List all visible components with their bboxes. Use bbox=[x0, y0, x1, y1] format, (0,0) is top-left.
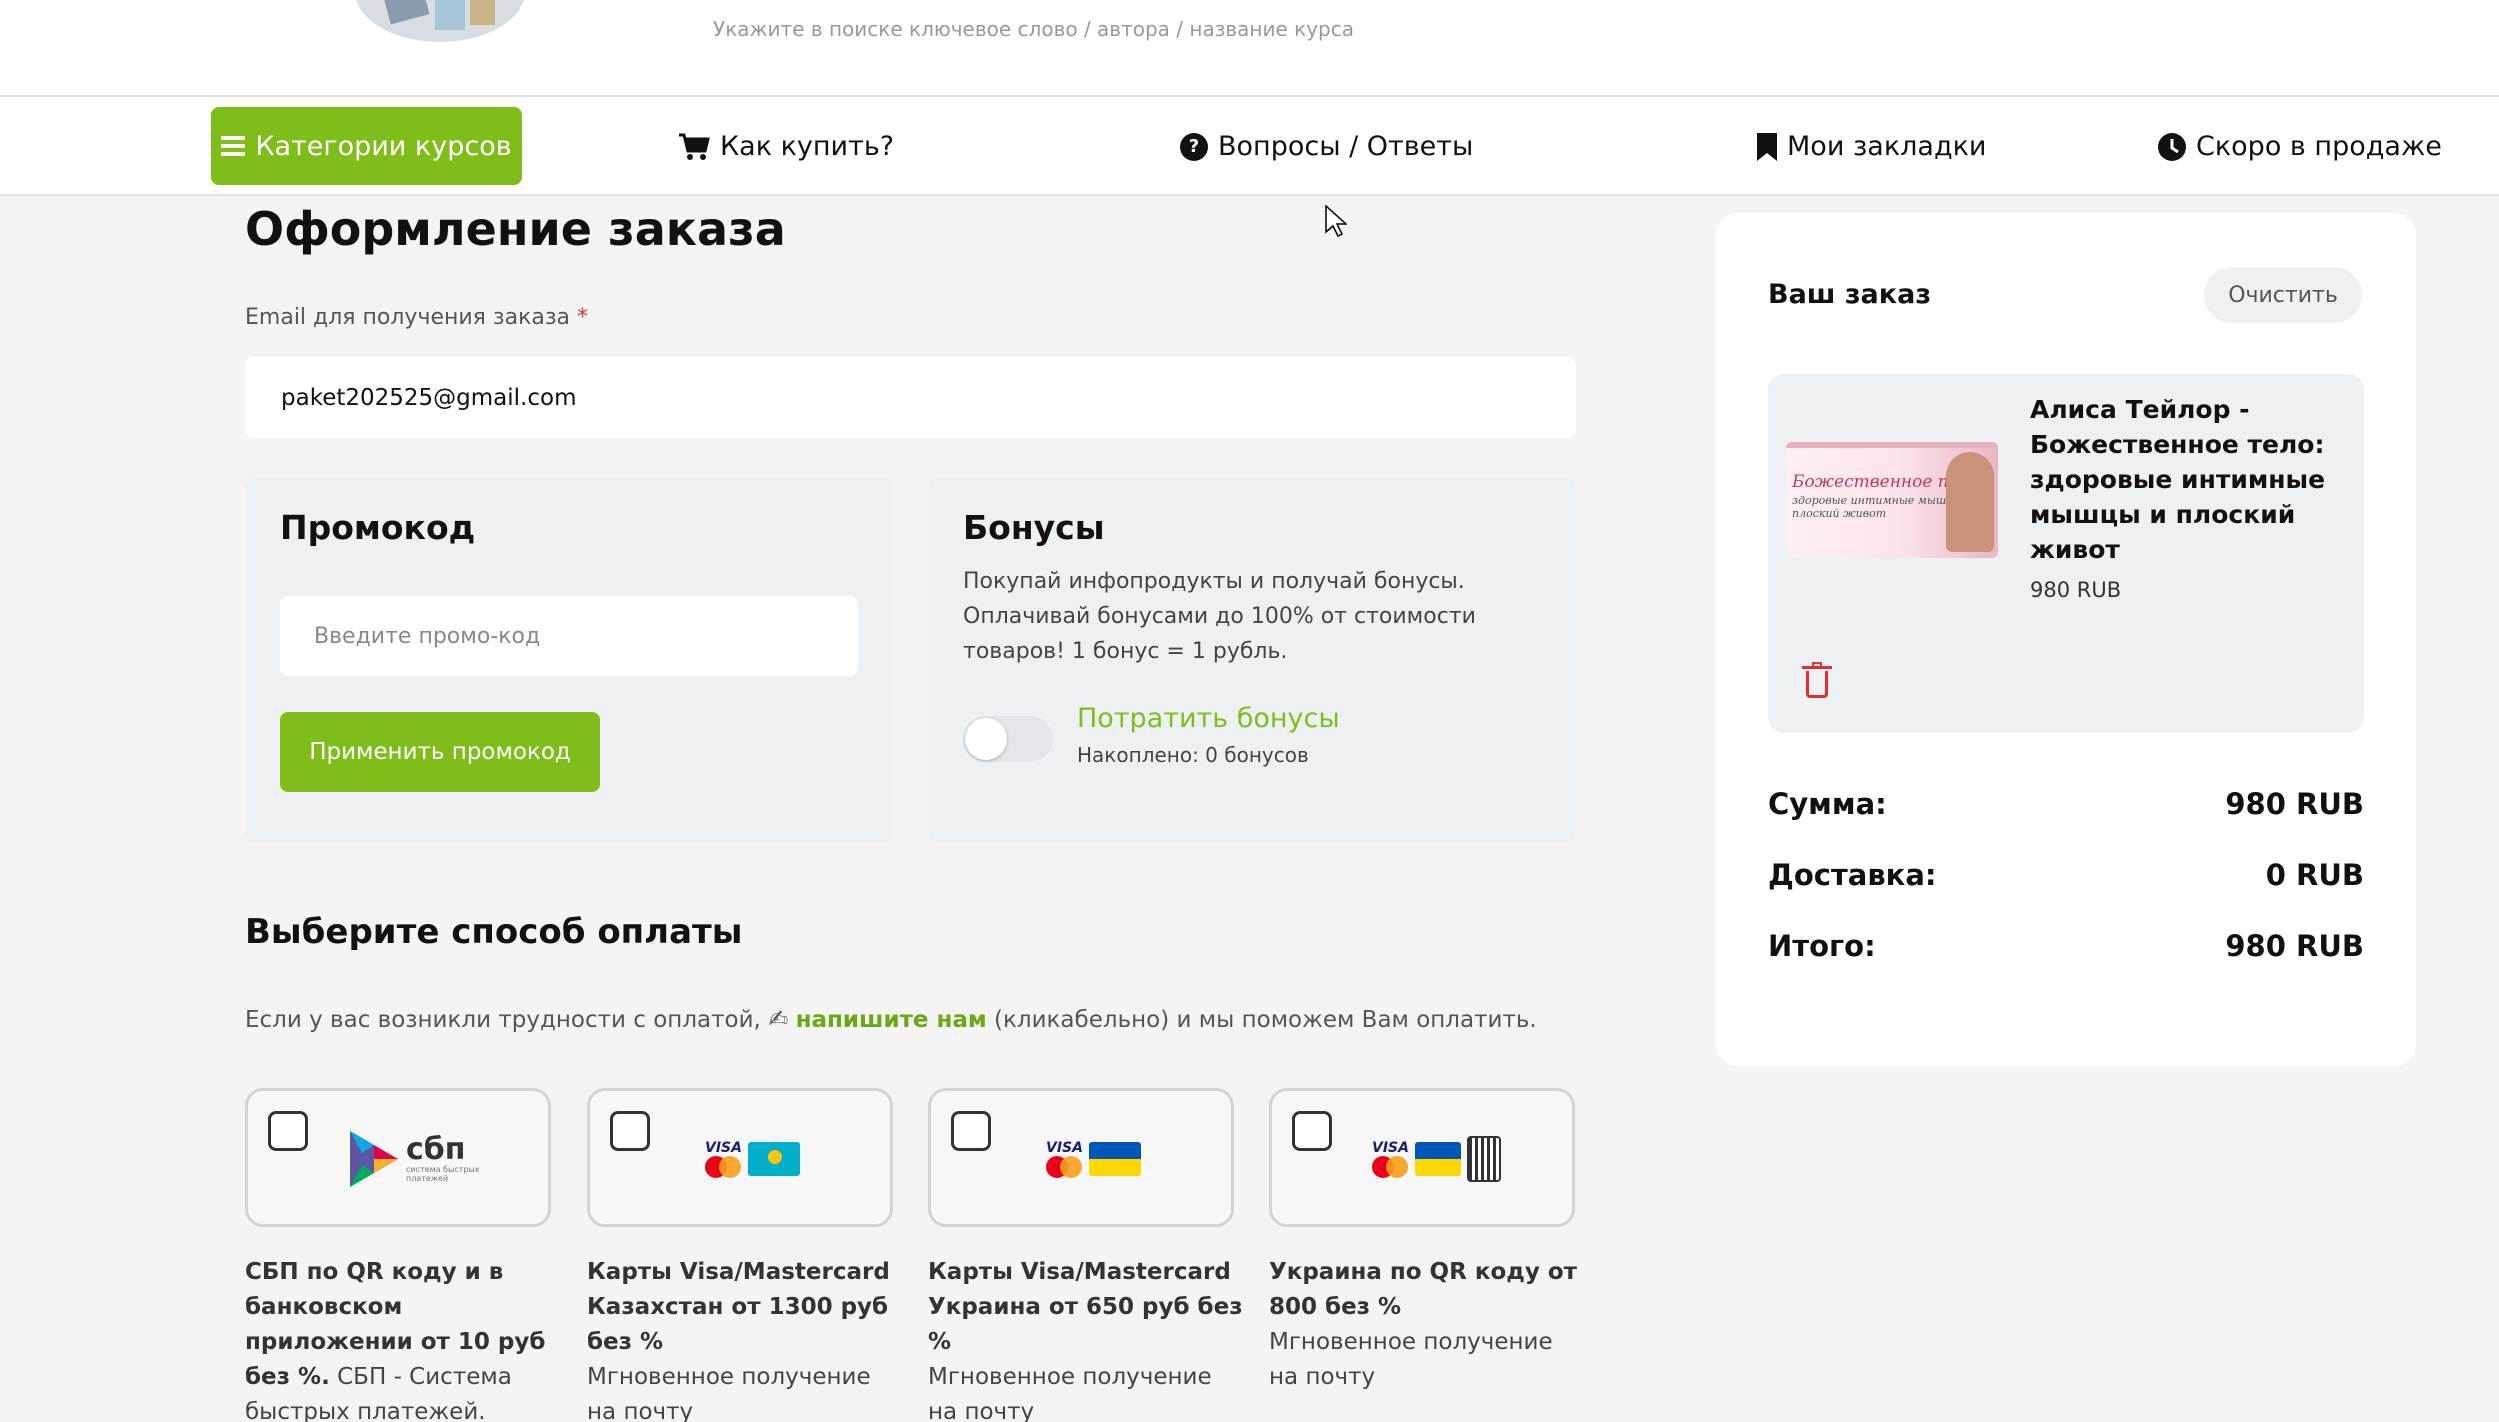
payment-title: Выберите способ оплаты bbox=[245, 912, 743, 952]
email-label-text: Email для получения заказа bbox=[245, 305, 571, 330]
sbp-logo: сбп система быстрых платежей bbox=[348, 1129, 486, 1189]
page-title: Оформление заказа bbox=[245, 202, 786, 256]
menu-icon bbox=[221, 135, 246, 157]
payment-method-sbp[interactable]: сбп система быстрых платежей bbox=[245, 1088, 551, 1227]
payment-hint: Если у вас возникли трудности с оплатой,… bbox=[245, 1005, 1537, 1033]
nav-how-to-buy[interactable]: Как купить? bbox=[678, 97, 894, 196]
sbp-logo-subtext: система быстрых платежей bbox=[406, 1165, 480, 1183]
payment-method-visa-kz-text: Карты Visa/Mastercard Казахстан от 1300 … bbox=[587, 1255, 905, 1422]
nav-coming-soon-label: Скоро в продаже bbox=[2196, 131, 2442, 162]
toggle-knob bbox=[965, 718, 1007, 760]
categories-label: Категории курсов bbox=[255, 130, 512, 162]
payment-method-visa-ua-text: Карты Visa/Mastercard Украина от 650 руб… bbox=[928, 1255, 1246, 1422]
visa-logo-text: VISA bbox=[705, 1140, 742, 1156]
payment-hint-before: Если у вас возникли трудности с оплатой, bbox=[245, 1007, 761, 1033]
pen-icon: ✍ bbox=[768, 1005, 789, 1033]
visa-mastercard-ua-qr-logo: VISA bbox=[1372, 1129, 1501, 1189]
payment-checkbox[interactable] bbox=[268, 1111, 308, 1151]
bookmark-icon bbox=[1757, 132, 1777, 161]
payment-method-desc: Мгновенное получение на почту bbox=[587, 1364, 871, 1422]
order-summary: Ваш заказ Очистить Божественное тело здо… bbox=[1716, 213, 2416, 1066]
payment-method-desc: Мгновенное получение на почту bbox=[928, 1364, 1212, 1422]
payment-checkbox[interactable] bbox=[610, 1111, 650, 1151]
payment-hint-after: (кликабельно) и мы поможем Вам оплатить. bbox=[994, 1007, 1537, 1033]
payment-method-visa-ua[interactable]: VISA bbox=[928, 1088, 1234, 1227]
spend-bonus-label[interactable]: Потратить бонусы bbox=[1077, 703, 1340, 734]
mouse-cursor-icon bbox=[1325, 204, 1348, 245]
payment-method-ua-qr[interactable]: VISA bbox=[1269, 1088, 1575, 1227]
payment-checkbox[interactable] bbox=[1292, 1111, 1332, 1151]
clock-icon bbox=[2158, 132, 2186, 161]
product-name[interactable]: Алиса Тейлор - Божественное тело: здоров… bbox=[2030, 392, 2350, 567]
payment-method-title: Карты Visa/Mastercard Украина от 650 руб… bbox=[928, 1259, 1243, 1355]
nav-bookmarks-label: Мои закладки bbox=[1787, 131, 1987, 162]
email-field[interactable] bbox=[245, 357, 1576, 438]
categories-button[interactable]: Категории курсов bbox=[211, 107, 522, 185]
payment-method-title: Карты Visa/Mastercard Казахстан от 1300 … bbox=[587, 1259, 890, 1355]
contact-us-link[interactable]: напишите нам bbox=[796, 1007, 987, 1033]
sbp-arrow-icon bbox=[350, 1131, 398, 1187]
nav-faq-label: Вопросы / Ответы bbox=[1218, 131, 1474, 162]
sum-value: 980 RUB bbox=[2225, 787, 2364, 821]
visa-logo-text: VISA bbox=[1372, 1140, 1409, 1156]
email-label: Email для получения заказа * bbox=[245, 305, 588, 330]
nav-bookmarks[interactable]: Мои закладки bbox=[1757, 97, 1986, 196]
visa-mastercard-icon: VISA bbox=[1372, 1140, 1409, 1178]
order-title: Ваш заказ bbox=[1768, 279, 1932, 310]
order-item: Божественное тело здоровые интимные мышц… bbox=[1768, 374, 2364, 733]
total-row: Итого: 980 RUB bbox=[1768, 929, 2364, 963]
thumbnail-figure bbox=[1946, 452, 1994, 552]
payment-checkbox[interactable] bbox=[951, 1111, 991, 1151]
total-label: Итого: bbox=[1768, 929, 1876, 963]
payment-method-ua-qr-text: Украина по QR коду от 800 без % Мгновенн… bbox=[1269, 1255, 1587, 1395]
nav-how-to-buy-label: Как купить? bbox=[720, 131, 895, 162]
question-icon: ? bbox=[1180, 132, 1208, 161]
kazakhstan-flag-icon bbox=[747, 1142, 800, 1176]
bonus-description: Покупай инфопродукты и получай бонусы. О… bbox=[963, 569, 1476, 664]
ukraine-flag-icon bbox=[1414, 1142, 1461, 1176]
visa-mastercard-kz-logo: VISA bbox=[705, 1129, 800, 1189]
bonus-panel: Бонусы Покупай инфопродукты и получай бо… bbox=[928, 478, 1576, 842]
qr-code-icon bbox=[1466, 1136, 1501, 1182]
clear-order-button[interactable]: Очистить bbox=[2204, 267, 2362, 323]
search-hint: Укажите в поиске ключевое слово / автора… bbox=[713, 17, 1354, 41]
payment-method-title: Украина по QR коду от 800 без % bbox=[1269, 1259, 1577, 1320]
logo-shape bbox=[380, 0, 430, 25]
logo-shape bbox=[435, 0, 465, 30]
sum-row: Сумма: 980 RUB bbox=[1768, 787, 2364, 821]
delivery-label: Доставка: bbox=[1768, 858, 1937, 892]
spend-bonus-toggle[interactable] bbox=[963, 716, 1053, 762]
main-nav: Категории курсов Как купить? ? Вопросы /… bbox=[0, 97, 2499, 196]
payment-method-desc: Мгновенное получение на почту bbox=[1269, 1329, 1553, 1390]
bonus-title: Бонусы bbox=[963, 508, 1105, 547]
delivery-value: 0 RUB bbox=[2265, 858, 2364, 892]
promo-code-input[interactable] bbox=[280, 596, 858, 676]
visa-mastercard-ua-logo: VISA bbox=[1046, 1129, 1141, 1189]
visa-mastercard-icon: VISA bbox=[705, 1140, 742, 1178]
sbp-logo-text: сбп bbox=[406, 1132, 466, 1167]
total-value: 980 RUB bbox=[2225, 929, 2364, 963]
visa-mastercard-icon: VISA bbox=[1046, 1140, 1083, 1178]
payment-method-sbp-text: СБП по QR коду и в банковском приложении… bbox=[245, 1255, 563, 1422]
product-price: 980 RUB bbox=[2030, 578, 2122, 602]
site-header: Укажите в поиске ключевое слово / автора… bbox=[0, 0, 2499, 97]
trash-icon[interactable] bbox=[1802, 662, 1832, 698]
payment-method-visa-kz[interactable]: VISA bbox=[587, 1088, 893, 1227]
visa-logo-text: VISA bbox=[1046, 1140, 1083, 1156]
apply-promo-button[interactable]: Применить промокод bbox=[280, 712, 600, 792]
promo-title: Промокод bbox=[280, 508, 476, 547]
logo-shape bbox=[470, 0, 495, 25]
cart-icon bbox=[678, 133, 710, 161]
required-mark: * bbox=[577, 305, 589, 330]
ukraine-flag-icon bbox=[1088, 1142, 1141, 1176]
bonus-accumulated: Накоплено: 0 бонусов bbox=[1077, 743, 1309, 767]
delivery-row: Доставка: 0 RUB bbox=[1768, 858, 2364, 892]
nav-coming-soon[interactable]: Скоро в продаже bbox=[2158, 97, 2442, 196]
product-thumbnail[interactable]: Божественное тело здоровые интимные мышц… bbox=[1786, 442, 1998, 558]
promo-panel: Промокод Применить промокод bbox=[245, 478, 893, 842]
sum-label: Сумма: bbox=[1768, 787, 1887, 821]
site-logo[interactable] bbox=[355, 0, 525, 42]
nav-faq[interactable]: ? Вопросы / Ответы bbox=[1180, 97, 1473, 196]
